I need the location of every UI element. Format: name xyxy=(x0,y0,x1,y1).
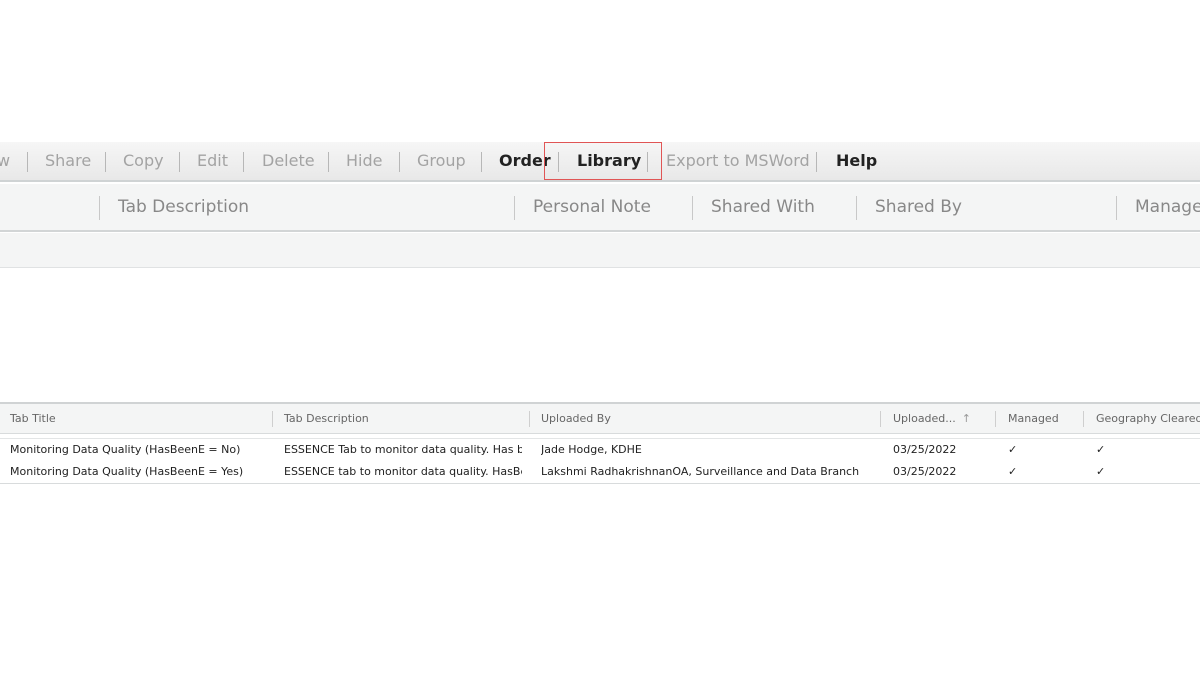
library-grid-header: Tab Title Tab Description Uploaded By Up… xyxy=(0,402,1200,434)
toolbar-separator xyxy=(328,152,329,172)
table-row[interactable]: Monitoring Data Quality (HasBeenE = No) … xyxy=(0,438,1200,461)
column-header-tab-description[interactable]: Tab Description xyxy=(118,184,249,230)
column-header-uploaded[interactable]: Uploaded... ↑ xyxy=(893,404,971,434)
toolbar-separator xyxy=(105,152,106,172)
tabs-grid-header: Tab Description Personal Note Shared Wit… xyxy=(0,184,1200,232)
cell-uploaded-by: Jade Hodge, KDHE xyxy=(541,443,642,456)
column-separator xyxy=(880,411,881,427)
toolbar-help-button[interactable]: Help xyxy=(836,142,877,180)
column-separator xyxy=(692,196,693,220)
cell-uploaded: 03/25/2022 xyxy=(893,443,957,456)
toolbar-separator xyxy=(27,152,28,172)
page: w Share Copy Edit Delete Hide Group Orde… xyxy=(0,0,1200,675)
toolbar-separator xyxy=(481,152,482,172)
column-header-tab-title[interactable]: Tab Title xyxy=(10,404,56,434)
cell-uploaded-by: Lakshmi RadhakrishnanOA, Surveillance an… xyxy=(541,465,860,478)
column-separator xyxy=(1083,411,1084,427)
toolbar-group-button[interactable]: Group xyxy=(417,142,466,180)
check-icon: ✓ xyxy=(1008,443,1018,456)
column-header-uploaded-label: Uploaded... xyxy=(893,412,956,425)
column-header-shared-by[interactable]: Shared By xyxy=(875,184,962,230)
cell-tab-title: Monitoring Data Quality (HasBeenE = No) xyxy=(10,443,241,456)
column-separator xyxy=(514,196,515,220)
toolbar-copy-button[interactable]: Copy xyxy=(123,142,164,180)
cell-tab-description: ESSENCE tab to monitor data quality. Has… xyxy=(284,465,522,478)
column-separator xyxy=(856,196,857,220)
toolbar-view-button[interactable]: w xyxy=(0,142,10,180)
column-separator xyxy=(529,411,530,427)
check-icon: ✓ xyxy=(1096,465,1106,478)
column-header-geography-cleared[interactable]: Geography Cleared xyxy=(1096,404,1200,434)
toolbar-hide-button[interactable]: Hide xyxy=(346,142,382,180)
toolbar-edit-button[interactable]: Edit xyxy=(197,142,228,180)
column-separator xyxy=(99,196,100,220)
check-icon: ✓ xyxy=(1096,443,1106,456)
tabs-grid-empty-row xyxy=(0,233,1200,268)
sort-ascending-icon: ↑ xyxy=(961,412,972,425)
column-separator xyxy=(1116,196,1117,220)
column-header-managed[interactable]: Managed xyxy=(1008,404,1059,434)
toolbar-separator xyxy=(179,152,180,172)
library-button-highlight xyxy=(544,142,662,180)
toolbar-order-button[interactable]: Order xyxy=(499,142,551,180)
check-icon: ✓ xyxy=(1008,465,1018,478)
column-separator xyxy=(995,411,996,427)
cell-tab-title: Monitoring Data Quality (HasBeenE = Yes) xyxy=(10,465,244,478)
column-header-managed[interactable]: Manage xyxy=(1135,184,1200,230)
table-row[interactable]: Monitoring Data Quality (HasBeenE = Yes)… xyxy=(0,461,1200,484)
column-header-uploaded-by[interactable]: Uploaded By xyxy=(541,404,611,434)
column-header-personal-note[interactable]: Personal Note xyxy=(533,184,651,230)
toolbar-separator xyxy=(816,152,817,172)
cell-uploaded: 03/25/2022 xyxy=(893,465,957,478)
column-header-tab-description[interactable]: Tab Description xyxy=(284,404,369,434)
column-separator xyxy=(272,411,273,427)
toolbar-separator xyxy=(399,152,400,172)
toolbar-share-button[interactable]: Share xyxy=(45,142,91,180)
toolbar-separator xyxy=(243,152,244,172)
toolbar-delete-button[interactable]: Delete xyxy=(262,142,315,180)
toolbar-export-msword-button[interactable]: Export to MSWord xyxy=(666,142,810,180)
cell-tab-description: ESSENCE Tab to monitor data quality. Has… xyxy=(284,443,522,456)
column-header-shared-with[interactable]: Shared With xyxy=(711,184,815,230)
